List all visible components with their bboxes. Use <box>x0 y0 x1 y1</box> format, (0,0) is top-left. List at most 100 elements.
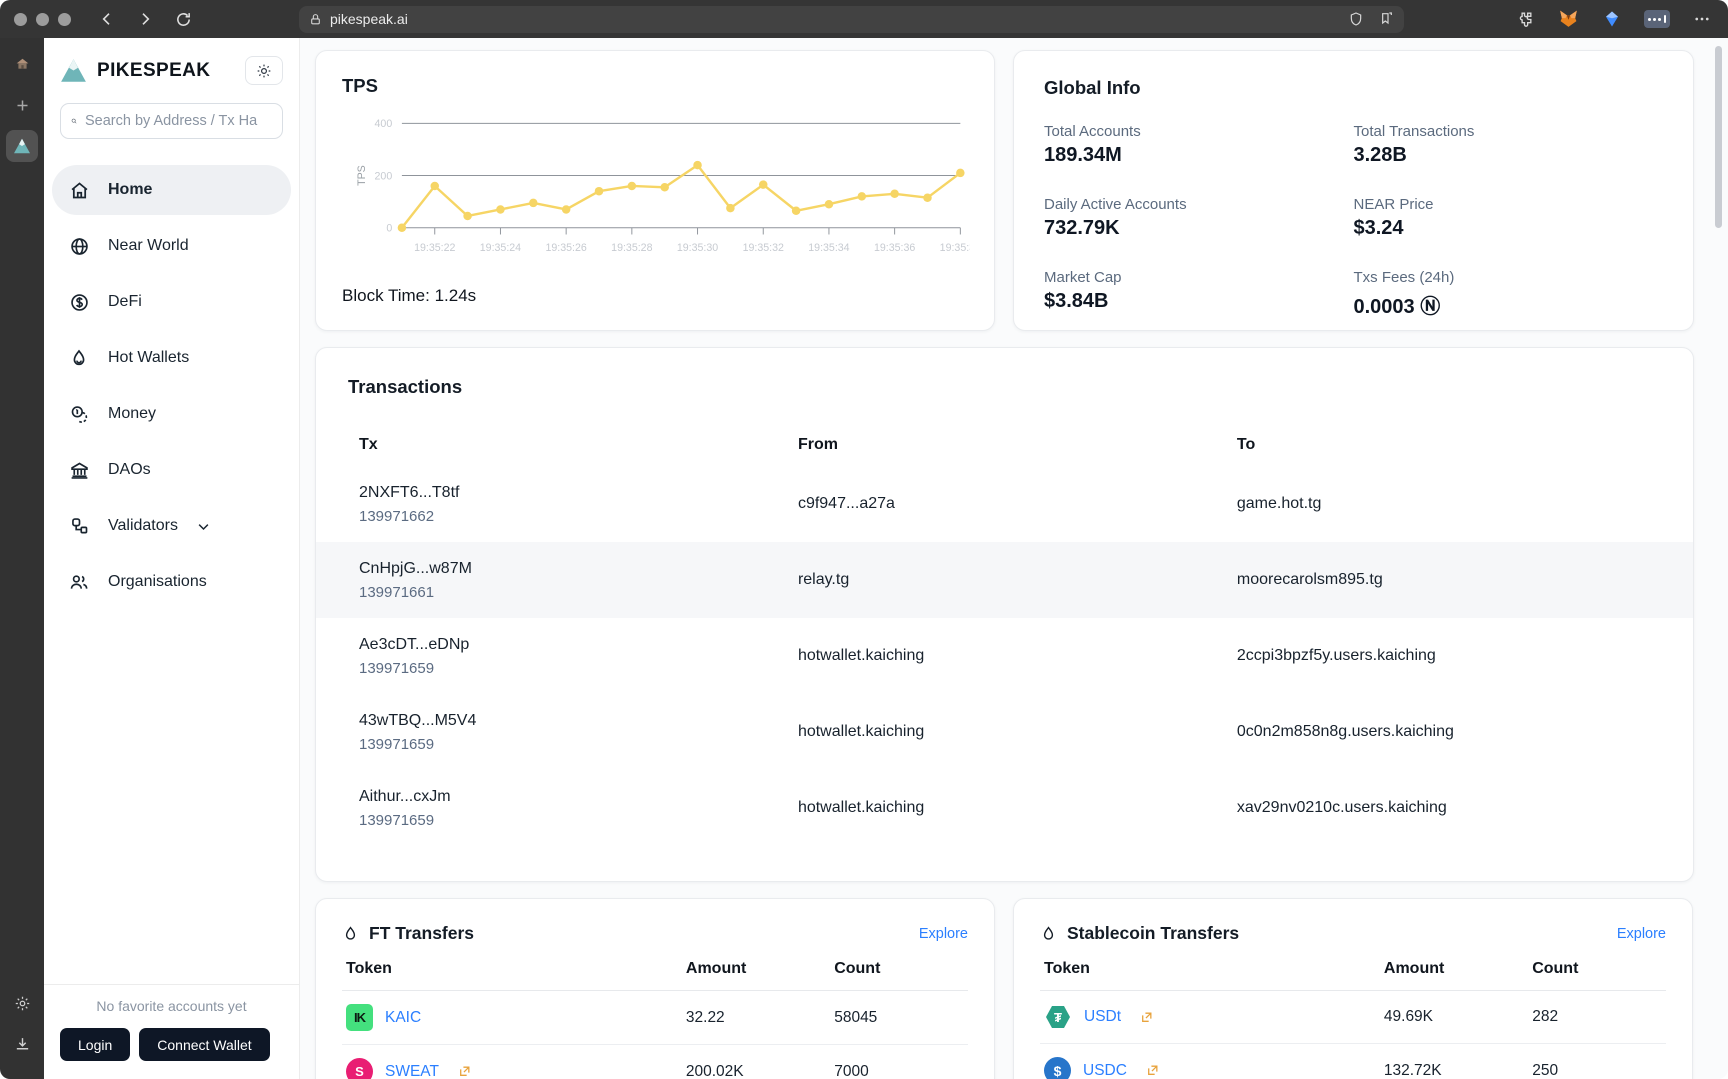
from-account[interactable]: relay.tg <box>798 571 1237 589</box>
sidebar-item-near-world[interactable]: Near World <box>52 221 291 271</box>
bookmark-icon[interactable] <box>1378 11 1394 27</box>
block-number-link[interactable]: 139971659 <box>359 660 798 677</box>
token-link[interactable]: USDt <box>1084 1008 1121 1026</box>
column-header-amount: Amount <box>685 960 747 977</box>
to-account[interactable]: 2ccpi3bpzf5y.users.kaiching <box>1237 647 1650 665</box>
downloads-icon[interactable] <box>6 1028 38 1060</box>
sidebar-item-label: Money <box>108 405 157 422</box>
password-manager-icon[interactable] <box>1644 10 1670 28</box>
list-item[interactable]: ₮ USDt 49.69K 282 <box>1040 991 1666 1044</box>
table-row[interactable]: Aithur...cxJm 139971659 hotwallet.kaichin… <box>316 770 1693 846</box>
list-item[interactable]: S SWEAT 200.02K 7000 <box>342 1045 968 1079</box>
pikespeak-logo <box>61 59 86 82</box>
from-account[interactable]: c9f947...a27a <box>798 495 1237 513</box>
app-sidebar: PIKESPEAK Home Near World <box>44 38 300 1079</box>
token-count: 282 <box>1532 1008 1559 1025</box>
token-link[interactable]: SWEAT <box>385 1063 439 1079</box>
scrollbar-thumb[interactable] <box>1715 46 1722 228</box>
stat-daily-active-accounts: Daily Active Accounts 732.79K <box>1044 196 1187 239</box>
svg-text:TPS: TPS <box>356 165 368 186</box>
from-account[interactable]: hotwallet.kaiching <box>798 799 1237 817</box>
theme-toggle-button[interactable] <box>245 56 283 85</box>
table-row[interactable]: 43wTBQ...M5V4 139971659 hotwallet.kaichin… <box>316 694 1693 770</box>
close-window-button[interactable] <box>14 12 27 26</box>
tps-line-chart: 0 200 400 TPS 19:35:22 19:35:24 19:35:26 19:35:… <box>356 118 981 254</box>
settings-gear-icon[interactable] <box>6 987 38 1019</box>
pinned-tab-home-icon[interactable] <box>6 48 38 80</box>
reload-button[interactable] <box>169 5 197 33</box>
tx-hash[interactable]: CnHpjG...w87M <box>359 560 798 578</box>
token-count: 7000 <box>834 1062 869 1079</box>
block-number-link[interactable]: 139971659 <box>359 736 798 753</box>
tx-hash[interactable]: Aithur...cxJm <box>359 788 798 806</box>
token-amount: 49.69K <box>1383 1008 1434 1025</box>
stat-market-cap: Market Cap $3.84B <box>1044 269 1122 312</box>
to-account[interactable]: 0c0n2m858n8g.users.kaiching <box>1237 723 1650 741</box>
usdc-token-icon: $ <box>1044 1057 1071 1079</box>
table-row[interactable]: Ae3cDT...eDNp 139971659 hotwallet.kaichin… <box>316 618 1693 694</box>
browser-window: pikespeak.ai PIKESPEAK Search by Address… <box>0 0 1728 1079</box>
login-button[interactable]: Login <box>60 1028 131 1061</box>
connect-wallet-button[interactable]: Connect Wallet <box>139 1028 270 1061</box>
sidebar-item-hot-wallets[interactable]: Hot Wallets <box>52 333 291 383</box>
search-input[interactable] <box>85 113 272 129</box>
usdt-token-icon: ₮ <box>1046 1006 1070 1028</box>
block-number-link[interactable]: 139971662 <box>359 508 798 525</box>
metamask-fox-icon[interactable] <box>1556 7 1580 31</box>
block-number-link[interactable]: 139971659 <box>359 812 798 829</box>
list-item[interactable]: IK KAIC 32.22 58045 <box>342 991 968 1045</box>
sidebar-item-home[interactable]: Home <box>52 165 291 215</box>
sidebar-item-money[interactable]: Money <box>52 389 291 439</box>
sidebar-item-validators[interactable]: Validators <box>52 501 291 551</box>
to-account[interactable]: xav29nv0210c.users.kaiching <box>1237 799 1650 817</box>
validator-nodes-icon <box>66 516 92 537</box>
back-button[interactable] <box>93 5 121 33</box>
search-icon <box>71 118 77 124</box>
sidebar-item-organisations[interactable]: Organisations <box>52 557 291 607</box>
sidebar-item-label: DAOs <box>108 461 151 478</box>
token-count: 58045 <box>834 1008 878 1026</box>
shield-icon[interactable] <box>1348 11 1364 27</box>
ft-explore-link[interactable]: Explore <box>919 926 968 942</box>
svg-text:19:35:34: 19:35:34 <box>808 242 849 254</box>
svg-text:19:35:30: 19:35:30 <box>677 242 718 254</box>
list-item[interactable]: $ USDC 132.72K 250 <box>1040 1044 1666 1079</box>
token-link[interactable]: KAIC <box>385 1009 421 1027</box>
kite-diamond-icon[interactable] <box>1600 7 1624 31</box>
token-amount: 132.72K <box>1383 1061 1442 1079</box>
browser-chrome: pikespeak.ai <box>0 0 1728 38</box>
external-link-icon[interactable] <box>458 1065 471 1078</box>
sweat-token-icon: S <box>346 1058 373 1079</box>
stablecoin-explore-link[interactable]: Explore <box>1617 926 1666 942</box>
minimize-window-button[interactable] <box>36 12 49 26</box>
svg-text:19:35:24: 19:35:24 <box>480 242 521 254</box>
tx-hash[interactable]: Ae3cDT...eDNp <box>359 636 798 654</box>
sidebar-item-daos[interactable]: DAOs <box>52 445 291 495</box>
table-row[interactable]: 2NXFT6...T8tf 139971662 c9f947...a27a gam… <box>316 466 1693 542</box>
tx-hash[interactable]: 43wTBQ...M5V4 <box>359 712 798 730</box>
table-row[interactable]: CnHpjG...w87M 139971661 relay.tg moorecar… <box>316 542 1693 618</box>
to-account[interactable]: game.hot.tg <box>1237 495 1650 513</box>
url-bar[interactable]: pikespeak.ai <box>299 5 1404 33</box>
external-link-icon[interactable] <box>1140 1011 1153 1024</box>
forward-arrow-icon <box>142 13 150 25</box>
zoom-window-button[interactable] <box>58 12 71 26</box>
transactions-title: Transactions <box>348 376 463 397</box>
extensions-puzzle-icon[interactable] <box>1512 7 1536 31</box>
more-menu-icon[interactable] <box>1690 7 1714 31</box>
to-account[interactable]: moorecarolsm895.tg <box>1237 571 1650 589</box>
token-link[interactable]: USDC <box>1083 1062 1127 1079</box>
sidebar-item-defi[interactable]: DeFi <box>52 277 291 327</box>
ft-transfers-title: FT Transfers <box>369 923 475 943</box>
column-header-count: Count <box>1532 960 1579 977</box>
block-number-link[interactable]: 139971661 <box>359 584 798 601</box>
column-header-token: Token <box>346 960 392 977</box>
from-account[interactable]: hotwallet.kaiching <box>798 647 1237 665</box>
tx-hash[interactable]: 2NXFT6...T8tf <box>359 484 798 502</box>
from-account[interactable]: hotwallet.kaiching <box>798 723 1237 741</box>
forward-button[interactable] <box>131 5 159 33</box>
new-tab-button[interactable] <box>6 89 38 121</box>
flame-icon <box>66 348 92 369</box>
active-tab-pikespeak-icon[interactable] <box>6 130 38 162</box>
external-link-icon[interactable] <box>1146 1064 1159 1077</box>
